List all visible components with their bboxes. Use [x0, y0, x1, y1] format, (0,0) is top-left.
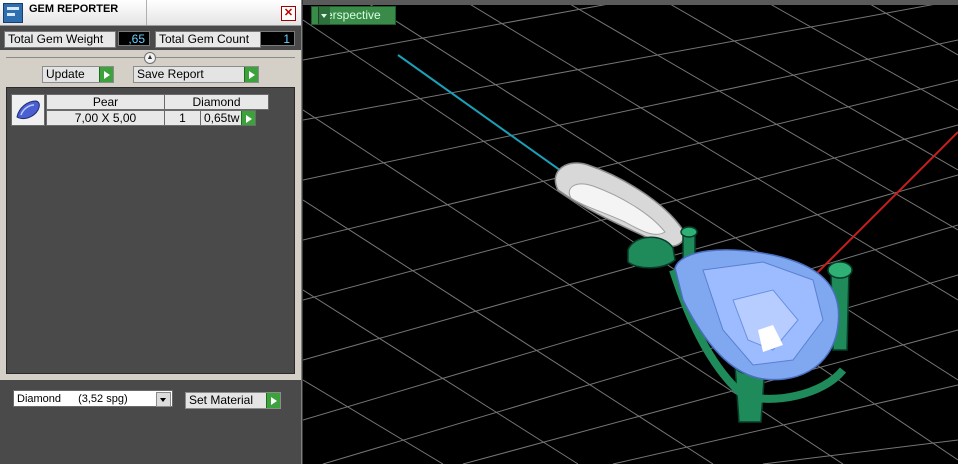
save-report-button[interactable]: Save Report: [133, 66, 259, 83]
viewport-canvas[interactable]: [303, 0, 958, 464]
titlebar: GEM REPORTER ✕: [0, 0, 301, 26]
x-axis-line: [814, 131, 958, 276]
update-button[interactable]: Update: [42, 66, 114, 83]
total-gem-count-label: Total Gem Count: [155, 31, 261, 48]
3d-viewport[interactable]: Perspective: [303, 0, 958, 464]
ground-grid: [303, 0, 958, 464]
update-button-label: Update: [46, 67, 85, 81]
chevron-down-icon[interactable]: [318, 7, 330, 24]
play-icon: [244, 67, 258, 82]
gem-size-cell: 7,00 X 5,00: [46, 110, 165, 126]
splitter-toggle-icon[interactable]: ▲: [144, 52, 156, 64]
window-title: GEM REPORTER: [29, 3, 119, 15]
pear-gem-icon[interactable]: [11, 94, 45, 126]
material-name: Diamond: [17, 393, 62, 405]
stats-bar: Total Gem Weight ,65 Total Gem Count 1: [0, 26, 301, 50]
material-select[interactable]: Diamond (3,52 spg): [13, 390, 173, 407]
chevron-down-icon[interactable]: [156, 392, 171, 407]
play-icon: [99, 67, 113, 82]
pendant-bail: [554, 162, 685, 247]
play-icon: [241, 111, 255, 125]
gem-weight-value: 0,65tw: [204, 111, 240, 125]
gem-list: Pear Diamond 7,00 X 5,00 1 0,65tw: [6, 87, 295, 374]
material-spg: (3,52 spg): [78, 393, 128, 405]
total-gem-count-value: 1: [260, 31, 295, 46]
total-gem-weight-label: Total Gem Weight: [4, 31, 116, 48]
total-gem-weight-value: ,65: [118, 31, 150, 46]
pear-gem: [674, 249, 840, 381]
set-material-button[interactable]: Set Material: [185, 392, 281, 409]
gem-count-cell: 1: [164, 110, 201, 126]
close-icon[interactable]: ✕: [281, 6, 296, 21]
gem-shape-header: Pear: [46, 94, 165, 110]
gem-reporter-app-icon: [3, 3, 23, 23]
titlebar-divider: [146, 0, 147, 25]
view-mode-button[interactable]: Perspective: [311, 6, 396, 25]
save-report-button-label: Save Report: [137, 67, 204, 81]
view-tab-strip[interactable]: [303, 0, 958, 5]
play-icon: [266, 393, 280, 408]
gem-weight-cell[interactable]: 0,65tw: [200, 110, 256, 126]
gem-type-header: Diamond: [164, 94, 269, 110]
set-material-button-label: Set Material: [189, 393, 254, 407]
